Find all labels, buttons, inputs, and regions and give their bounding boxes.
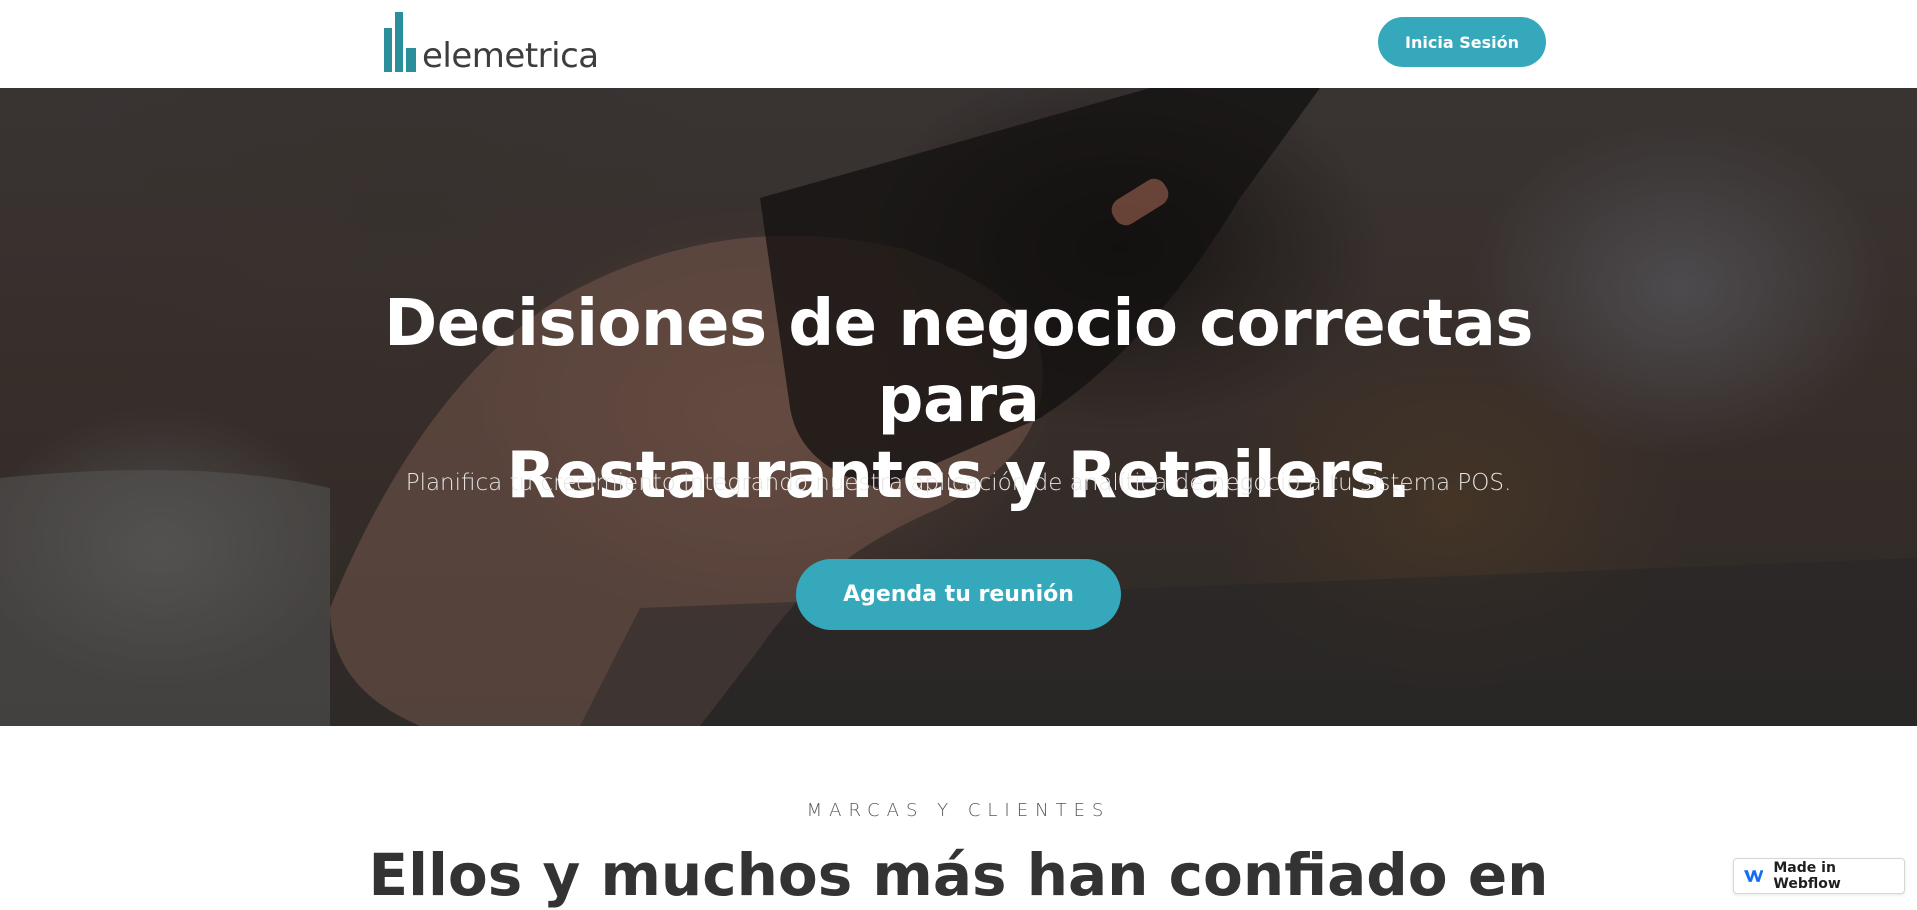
webflow-badge-label: Made in Webflow <box>1773 860 1841 892</box>
bar-chart-icon <box>382 11 420 73</box>
hero-content: Decisiones de negocio correctas para Res… <box>0 88 1917 726</box>
hero-section: Decisiones de negocio correctas para Res… <box>0 88 1917 726</box>
schedule-meeting-button[interactable]: Agenda tu reunión <box>796 559 1121 630</box>
hero-subtitle: Planifica tu crecimiento integrando nues… <box>405 470 1512 496</box>
webflow-icon <box>1744 870 1764 882</box>
brands-eyebrow: MARCAS Y CLIENTES <box>806 800 1111 821</box>
logo-link[interactable]: elemetrica <box>382 11 599 73</box>
hero-title-line-1: Decisiones de negocio correctas para <box>384 287 1533 437</box>
login-button[interactable]: Inicia Sesión <box>1378 17 1546 67</box>
brands-title: Ellos y muchos más han confiado en <box>368 841 1549 909</box>
navbar: elemetrica Inicia Sesión <box>0 0 1917 88</box>
logo-text: elemetrica <box>422 36 599 76</box>
made-in-webflow-badge[interactable]: Made in Webflow <box>1733 858 1905 894</box>
